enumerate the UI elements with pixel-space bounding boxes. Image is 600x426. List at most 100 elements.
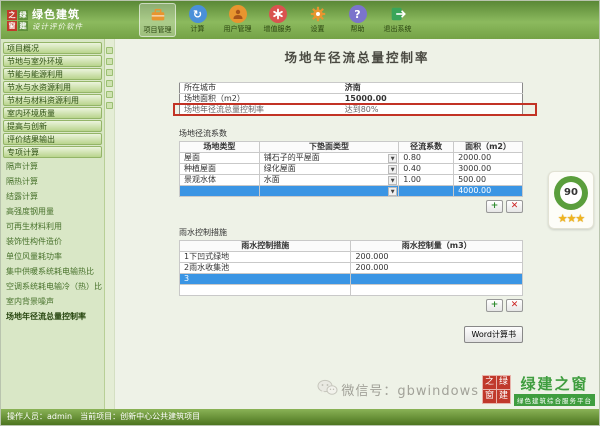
sidebar-link-unit-fan-power[interactable]: 单位风量耗功率 [1,249,104,264]
table-row-selected: ▼ 4000.00 [180,186,523,197]
help-icon: ? [349,5,367,23]
coefficient-cell[interactable] [399,186,454,197]
sidebar-link-high-strength-steel[interactable]: 高强度钢用量 [1,204,104,219]
coefficient-cell[interactable]: 0.80 [399,153,454,164]
body-row: 项目概况 节地与室外环境 节能与能源利用 节水与水资源利用 节材与材料资源利用 … [1,39,599,409]
column-header: 下垫面类型 [259,142,399,153]
site-type-cell[interactable]: 屋面 [180,153,260,164]
toolbar-label: 增值服务 [264,24,292,34]
table-row: 种植屋面 绿化屋面▼ 0.40 3000.00 [180,164,523,175]
score-panel: 90 ★★★ [548,171,594,229]
sidebar-link-condensation[interactable]: 结露计算 [1,189,104,204]
toolbar-settings[interactable]: 设置 [299,3,336,37]
seal-char: 窗 [7,21,17,31]
measure-cell[interactable]: 3 [180,274,351,285]
surface-type-dropdown[interactable]: ▼ [259,186,399,197]
sidebar-item-indoor-env[interactable]: 室内环境质量 [3,107,102,119]
sidebar-item-land-outdoor[interactable]: 节地与室外环境 [3,55,102,67]
chevron-down-icon[interactable]: ▼ [388,165,397,174]
seal-char: 建 [497,390,510,403]
chevron-down-icon[interactable]: ▼ [388,176,397,185]
topbar: 之绿窗建 绿色建筑 设计评价软件 项目管理 ↻ 计算 用 [1,1,599,39]
summary-label: 所在城市 [180,83,341,94]
sidebar-link-heating-ehr[interactable]: 集中供暖系统耗电输热比 [1,264,104,279]
measure-cell[interactable]: 1下凹式绿地 [180,252,351,263]
area-cell[interactable]: 4000.00 [454,186,523,197]
sidebar-link-ac-echr[interactable]: 空调系统耗电输冷（热）比 [1,279,104,294]
toolbar-project-management[interactable]: 项目管理 [139,3,176,37]
toolbar-exit-system[interactable]: 退出系统 [379,3,416,37]
site-type-cell[interactable]: 种植屋面 [180,164,260,175]
toolbar-help[interactable]: ? 帮助 [339,3,376,37]
delete-row-button[interactable]: ✕ [506,200,523,213]
sidebar-link-sound-insulation[interactable]: 隔声计算 [1,159,104,174]
measure-cell[interactable] [180,285,351,296]
area-cell[interactable]: 3000.00 [454,164,523,175]
toolbar-calculate[interactable]: ↻ 计算 [179,3,216,37]
chevron-down-icon[interactable]: ▼ [388,187,397,196]
refresh-icon: ↻ [189,5,207,23]
brand-tagline: 绿色建筑综合服务平台 [514,394,595,406]
watermark: 微信号：gbwindows 之绿窗建 绿建之窗 绿色建筑综合服务平台 [316,373,595,406]
volume-cell[interactable] [351,285,523,296]
gear-icon [309,5,327,23]
sidebar-link-heat-insulation[interactable]: 隔热计算 [1,174,104,189]
column-header: 场地类型 [180,142,260,153]
coefficient-cell[interactable]: 1.00 [399,175,454,186]
sidebar-link-renewable-materials[interactable]: 可再生材料利用 [1,219,104,234]
table-header-row: 场地类型 下垫面类型 径流系数 面积（m2） [180,142,523,153]
word-report-button[interactable]: Word计算书 [464,326,523,343]
toolbar-user-management[interactable]: 用户管理 [219,3,256,37]
column-header: 雨水控制量（m3） [351,241,523,252]
summary-table: 所在城市 济南 场地面积（m2） 15000.00 场地年径流总量控制率 达到8… [179,82,523,116]
surface-type-dropdown[interactable]: 绿化屋面▼ [259,164,399,175]
site-type-cell[interactable]: 景观水体 [180,175,260,186]
seal-char: 窗 [483,390,496,403]
sidebar-item-project-overview[interactable]: 项目概况 [3,42,102,54]
toolbar-label: 项目管理 [144,25,172,35]
add-row-button[interactable]: + [486,200,503,213]
toolbar-label: 计算 [191,24,205,34]
area-cell[interactable]: 500.00 [454,175,523,186]
area-cell[interactable]: 2000.00 [454,153,523,164]
table-row: 1下凹式绿地 200.000 [180,252,523,263]
sidebar-item-innovation[interactable]: 提高与创新 [3,120,102,132]
measure-cell[interactable]: 2雨水收集池 [180,263,351,274]
sidebar-link-runoff-control[interactable]: 场地年径流总量控制率 [1,309,104,324]
sidebar-item-energy[interactable]: 节能与能源利用 [3,68,102,80]
summary-value: 达到80% [341,105,523,116]
volume-cell[interactable]: 200.000 [351,263,523,274]
sidebar-item-water[interactable]: 节水与水资源利用 [3,81,102,93]
score-value: 90 [560,182,582,204]
delete-row-button[interactable]: ✕ [506,299,523,312]
runoff-table: 场地类型 下垫面类型 径流系数 面积（m2） 屋面 铺石子的平屋面▼ 0.80 … [179,141,523,197]
column-header: 径流系数 [399,142,454,153]
volume-cell[interactable]: 200.000 [351,252,523,263]
chevron-down-icon[interactable]: ▼ [388,154,397,163]
table-header-row: 雨水控制措施 雨水控制量（m3） [180,241,523,252]
add-row-button[interactable]: + [486,299,503,312]
sidebar-item-result-output[interactable]: 评价结果输出 [3,133,102,145]
user-icon [229,5,247,23]
summary-label: 场地年径流总量控制率 [180,105,341,116]
sidebar-link-decorative-cost[interactable]: 装饰性构件造价 [1,234,104,249]
volume-cell[interactable] [351,274,523,285]
main-toolbar: 项目管理 ↻ 计算 用户管理 增值服务 [139,3,416,37]
sidebar-link-indoor-noise[interactable]: 室内背景噪声 [1,294,104,309]
column-header: 雨水控制措施 [180,241,351,252]
seal-char: 绿 [497,376,510,389]
site-type-cell[interactable] [180,186,260,197]
column-header: 面积（m2） [454,142,523,153]
splitter[interactable] [105,39,115,409]
coefficient-cell[interactable]: 0.40 [399,164,454,175]
brand-logo: 绿建之窗 绿色建筑综合服务平台 [514,373,595,406]
surface-type-dropdown[interactable]: 铺石子的平屋面▼ [259,153,399,164]
toolbar-label: 用户管理 [224,24,252,34]
toolbar-value-added-services[interactable]: 增值服务 [259,3,296,37]
briefcase-icon [149,6,167,24]
logo-seal-icon: 之绿窗建 [7,10,28,31]
sidebar-item-special-calc[interactable]: 专项计算 [3,146,102,158]
summary-section: 所在城市 济南 场地面积（m2） 15000.00 场地年径流总量控制率 达到8… [179,82,523,116]
surface-type-dropdown[interactable]: 水面▼ [259,175,399,186]
sidebar-item-materials[interactable]: 节材与材料资源利用 [3,94,102,106]
